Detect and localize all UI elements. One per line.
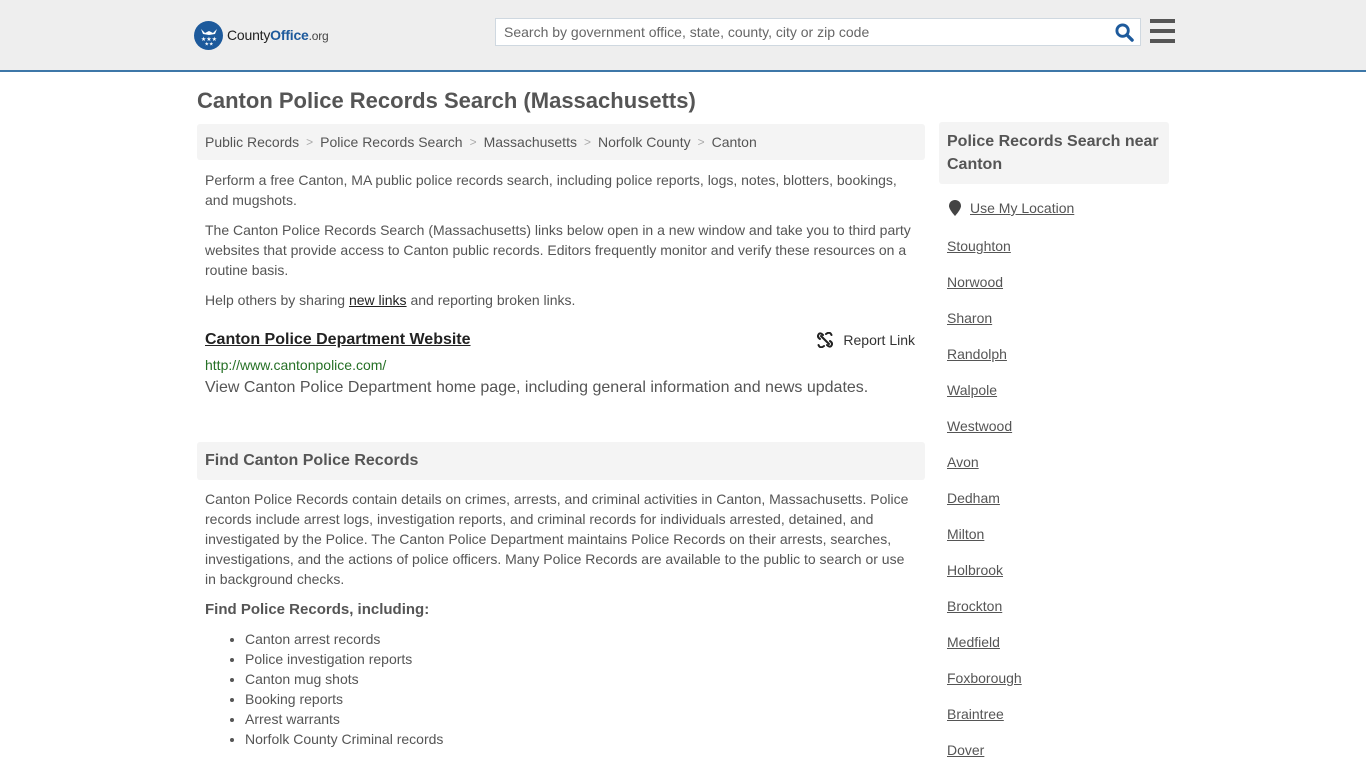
hamburger-menu-button[interactable] [1150, 19, 1175, 43]
list-item: Arrest warrants [245, 709, 443, 729]
eagle-stars-badge-icon: ★★★ ★★ [194, 20, 223, 50]
menu-bar [1150, 39, 1175, 43]
new-links-link[interactable]: new links [349, 292, 407, 308]
nearby-city-item: Avon [947, 452, 1022, 488]
find-records-heading: Find Canton Police Records [197, 442, 925, 480]
nearby-city-link[interactable]: Foxborough [947, 670, 1022, 686]
list-item: Canton arrest records [245, 629, 443, 649]
site-logo[interactable]: ★★★ ★★ CountyOffice.org [194, 20, 329, 50]
list-item: Norfolk County Criminal records [245, 729, 443, 749]
nearby-city-item: Westwood [947, 416, 1022, 452]
records-type-list: Canton arrest records Police investigati… [245, 629, 443, 749]
report-link-button[interactable]: Report Link [817, 332, 915, 348]
page-title: Canton Police Records Search (Massachuse… [197, 88, 696, 113]
search-bar [495, 18, 1141, 46]
nearby-city-item: Stoughton [947, 236, 1022, 272]
use-my-location: Use My Location [949, 200, 1074, 216]
breadcrumb-separator: > [583, 135, 591, 149]
nearby-city-link[interactable]: Walpole [947, 382, 997, 398]
list-item: Police investigation reports [245, 649, 443, 669]
share-text: Help others by sharing [205, 292, 349, 308]
nearby-city-link[interactable]: Milton [947, 526, 984, 542]
resource-link-title[interactable]: Canton Police Department Website [205, 331, 471, 349]
search-button[interactable] [1108, 19, 1140, 45]
list-item: Booking reports [245, 689, 443, 709]
resource-link-description: View Canton Police Department home page,… [205, 379, 869, 396]
nearby-city-link[interactable]: Norwood [947, 274, 1003, 290]
search-input[interactable] [496, 19, 1108, 45]
breadcrumb-norfolk-county[interactable]: Norfolk County [598, 134, 691, 150]
sidebar-heading: Police Records Search near Canton [939, 122, 1169, 184]
nearby-city-item: Braintree [947, 704, 1022, 740]
intro-paragraph: Perform a free Canton, MA public police … [205, 172, 897, 208]
breadcrumb-separator: > [469, 135, 477, 149]
resource-link-url[interactable]: http://www.cantonpolice.com/ [205, 357, 386, 373]
nearby-city-link[interactable]: Braintree [947, 706, 1004, 722]
disclaimer-paragraph: The Canton Police Records Search (Massac… [205, 222, 911, 278]
nearby-city-link[interactable]: Brockton [947, 598, 1002, 614]
find-records-description: Canton Police Records contain details on… [205, 491, 909, 587]
nearby-city-link[interactable]: Dover [947, 742, 984, 758]
search-icon [1114, 22, 1134, 42]
site-header: ★★★ ★★ CountyOffice.org [0, 0, 1366, 72]
nearby-city-item: Milton [947, 524, 1022, 560]
resource-link-card: Canton Police Department Website Report … [205, 330, 917, 396]
breadcrumb-separator: > [306, 135, 314, 149]
share-links-paragraph: Help others by sharing new links and rep… [205, 290, 915, 310]
breadcrumb-public-records[interactable]: Public Records [205, 134, 299, 150]
nearby-city-link[interactable]: Avon [947, 454, 979, 470]
nearby-city-link[interactable]: Sharon [947, 310, 992, 326]
nearby-city-link[interactable]: Stoughton [947, 238, 1011, 254]
svg-text:★★: ★★ [204, 42, 213, 47]
nearby-city-item: Holbrook [947, 560, 1022, 596]
use-my-location-link[interactable]: Use My Location [970, 200, 1074, 216]
nearby-city-item: Dover [947, 740, 1022, 776]
breadcrumb: Public Records > Police Records Search >… [197, 124, 925, 160]
nearby-city-link[interactable]: Westwood [947, 418, 1012, 434]
nearby-city-item: Sharon [947, 308, 1022, 344]
nearby-city-item: Norwood [947, 272, 1022, 308]
find-records-subheading: Find Police Records, including: [205, 601, 430, 618]
nearby-city-item: Medfield [947, 632, 1022, 668]
menu-bar [1150, 19, 1175, 23]
breadcrumb-canton[interactable]: Canton [712, 134, 757, 150]
nearby-city-item: Walpole [947, 380, 1022, 416]
nearby-city-link[interactable]: Holbrook [947, 562, 1003, 578]
nearby-city-item: Dedham [947, 488, 1022, 524]
report-link-label: Report Link [843, 332, 915, 348]
broken-link-icon [817, 332, 834, 348]
logo-wordmark: CountyOffice.org [227, 27, 329, 43]
nearby-city-item: Foxborough [947, 668, 1022, 704]
map-pin-icon [949, 200, 961, 216]
breadcrumb-massachusetts[interactable]: Massachusetts [484, 134, 577, 150]
nearby-city-item: Randolph [947, 344, 1022, 380]
list-item: Canton mug shots [245, 669, 443, 689]
nearby-city-link[interactable]: Randolph [947, 346, 1007, 362]
share-text-end: and reporting broken links. [406, 292, 576, 308]
breadcrumb-police-records-search[interactable]: Police Records Search [320, 134, 462, 150]
nearby-cities-list: Stoughton Norwood Sharon Randolph Walpol… [947, 236, 1022, 776]
nearby-city-item: Brockton [947, 596, 1022, 632]
breadcrumb-separator: > [697, 135, 705, 149]
nearby-city-link[interactable]: Dedham [947, 490, 1000, 506]
nearby-city-link[interactable]: Medfield [947, 634, 1000, 650]
menu-bar [1150, 29, 1175, 33]
